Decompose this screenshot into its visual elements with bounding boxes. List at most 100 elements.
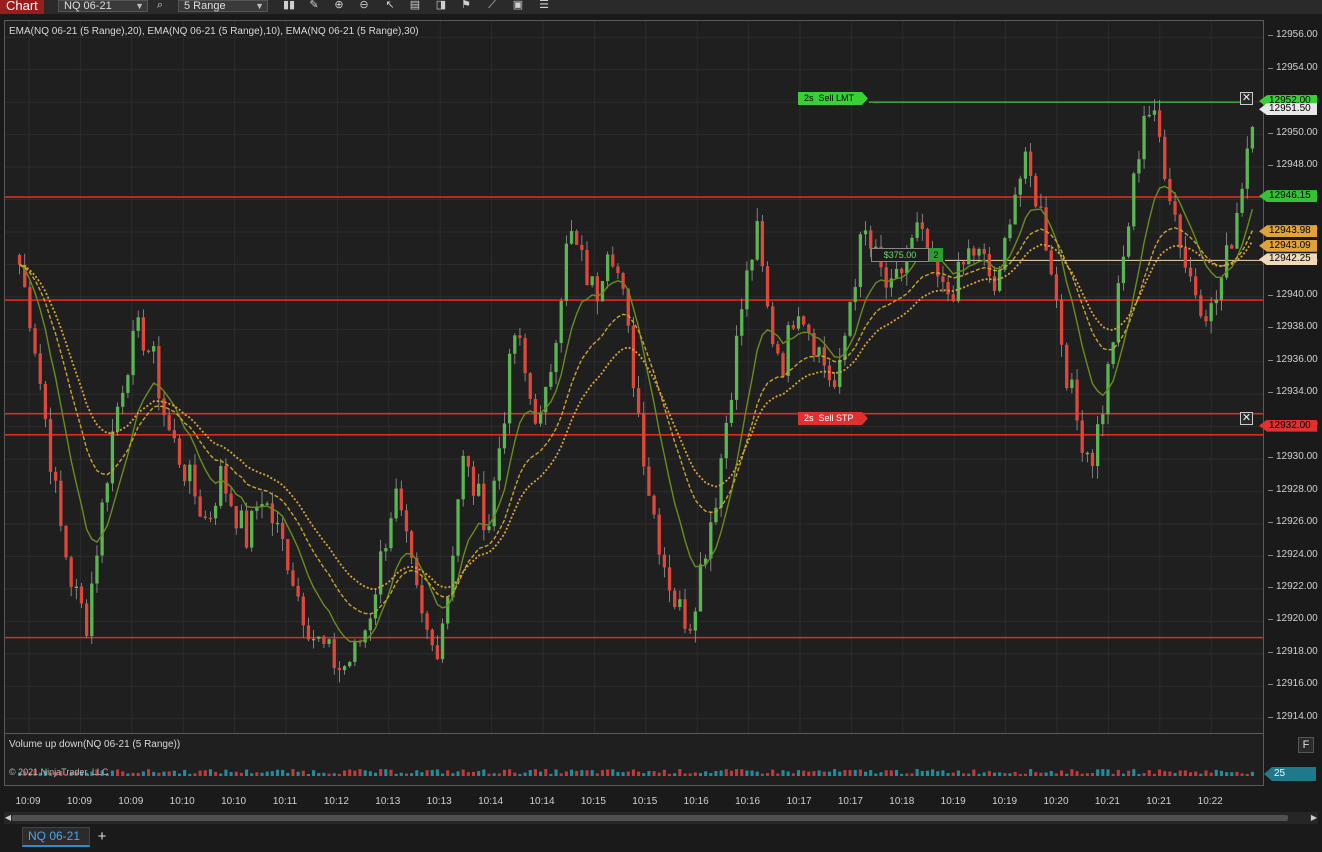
volume-bar [729, 770, 733, 776]
volume-bar [1106, 769, 1110, 776]
price-chart-panel[interactable] [4, 20, 1264, 734]
candle-body [291, 570, 295, 586]
candle-body [750, 259, 754, 271]
candle-body [213, 505, 218, 519]
volume-bar [652, 771, 656, 776]
time-tick-label: 10:17 [837, 796, 863, 807]
data-box-icon[interactable]: ▤ [408, 0, 422, 12]
scrollbar-thumb[interactable] [12, 815, 1288, 821]
candle-body [234, 506, 238, 529]
scroll-right-icon[interactable]: ▶ [1310, 812, 1318, 824]
candle-body [1039, 206, 1043, 208]
position-quantity[interactable]: 2 [929, 248, 943, 262]
pencil-icon[interactable]: ✎ [307, 0, 321, 12]
candle-body [693, 611, 697, 631]
bar-type-icon[interactable]: ▮▮ [282, 0, 296, 12]
price-axis[interactable]: 12956.0012954.0012952.0012950.0012948.00… [1264, 20, 1322, 786]
candle-body [182, 464, 187, 482]
candle-body [585, 249, 589, 286]
volume-bar [580, 770, 584, 776]
strategy-icon[interactable]: ⚑ [459, 0, 473, 12]
time-axis[interactable]: 10:09 10:09 10:09 10:10 10:10 10:11 10:12 10:13… [4, 786, 1264, 812]
candle-body [502, 423, 507, 449]
candle-body [353, 641, 357, 662]
price-flag: 12943.98 [1259, 225, 1317, 238]
cursor-icon[interactable]: ↖ [383, 0, 397, 12]
sell-limit-order-tag[interactable]: 2s Sell LMT [798, 92, 868, 105]
volume-bar [822, 771, 826, 776]
candle-body [152, 346, 156, 352]
zoom-in-icon[interactable]: ⊕ [332, 0, 346, 12]
candle-body [1219, 277, 1224, 300]
chart-window-tab[interactable]: Chart [0, 0, 44, 14]
scroll-left-icon[interactable]: ◀ [4, 812, 12, 824]
volume-bar [1008, 773, 1012, 776]
volume-bar [585, 770, 589, 776]
candle-body [203, 516, 207, 518]
volume-bar [549, 773, 553, 776]
volume-bar [214, 771, 218, 776]
volume-bar [977, 773, 981, 776]
volume-bar [239, 772, 243, 776]
candle-body [1044, 207, 1048, 251]
candle-body [724, 422, 728, 459]
volume-bar [430, 769, 434, 776]
volume-bar [755, 771, 759, 776]
sell-stop-order-tag[interactable]: 2s Sell STP [798, 412, 868, 425]
candle-body [652, 495, 656, 515]
f-button[interactable]: F [1298, 737, 1314, 753]
candle-body [466, 455, 471, 467]
tab-nq-06-21[interactable]: NQ 06-21 [22, 827, 90, 847]
volume-bar [843, 770, 847, 776]
volume-panel[interactable] [4, 734, 1264, 786]
candle-body [1137, 159, 1141, 174]
volume-bar [136, 773, 140, 776]
volume-bar [817, 770, 821, 776]
volume-bar [1080, 773, 1084, 776]
cancel-sell-stop-icon[interactable]: ✕ [1240, 412, 1253, 425]
volume-bar [255, 772, 259, 776]
candle-body [1157, 110, 1162, 137]
candle-body [915, 222, 919, 238]
candle-body [564, 243, 569, 301]
volume-bar [337, 773, 341, 776]
candle-body [337, 667, 342, 671]
volume-bar [172, 770, 176, 776]
candle-body [74, 586, 78, 589]
volume-bar [1250, 771, 1254, 776]
price-chart-canvas[interactable] [5, 21, 1264, 734]
drawing-tools-icon[interactable]: ⟋ [485, 0, 499, 12]
volume-bar [368, 771, 372, 776]
period-selector[interactable]: 5 Range ▼ [178, 0, 268, 12]
volume-bar [637, 771, 641, 776]
search-icon[interactable]: ⌕ [153, 0, 167, 12]
volume-canvas [18, 769, 1254, 776]
cancel-sell-limit-icon[interactable]: ✕ [1240, 92, 1253, 105]
volume-bar [1018, 773, 1022, 776]
zoom-out-icon[interactable]: ⊖ [357, 0, 371, 12]
volume-bar [513, 772, 517, 776]
candle-body [281, 522, 285, 540]
horizontal-scrollbar[interactable]: ◀ ▶ [4, 812, 1318, 824]
properties-icon[interactable]: ▣ [511, 0, 525, 12]
add-tab-button[interactable]: + [94, 827, 110, 847]
candle-body [817, 347, 821, 356]
candle-body [507, 353, 512, 424]
templates-icon[interactable]: ◨ [434, 0, 448, 12]
candle-body [79, 586, 84, 604]
volume-bar [1049, 770, 1053, 776]
candle-body [1096, 424, 1100, 467]
candle-body [394, 488, 398, 519]
more-icon[interactable]: ☰ [537, 0, 551, 12]
candle-body [673, 590, 677, 607]
volume-bar [765, 773, 770, 776]
volume-bar [415, 770, 419, 776]
position-pnl[interactable]: $375.00 [871, 248, 929, 262]
instrument-selector[interactable]: NQ 06-21 ▼ [58, 0, 148, 12]
candle-body [95, 555, 99, 584]
candle-body [1199, 295, 1203, 317]
candle-body [569, 231, 574, 244]
candle-body [471, 466, 476, 496]
chevron-down-icon: ▼ [255, 1, 264, 11]
price-tick-label: 12916.00 [1268, 678, 1318, 690]
